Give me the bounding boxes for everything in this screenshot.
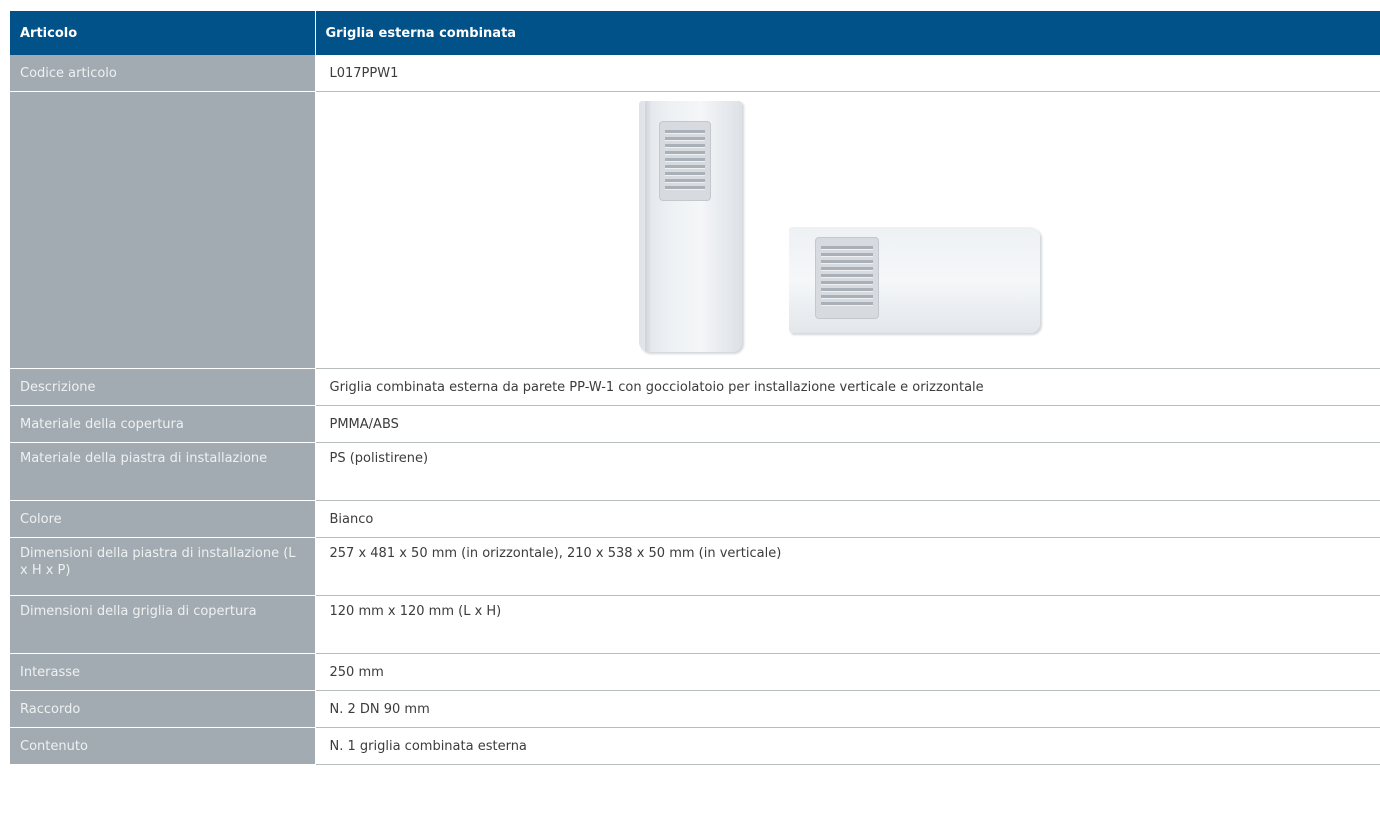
row-value-color: Bianco (315, 500, 1380, 538)
table-row: Dimensioni della piastra di installazion… (10, 537, 1380, 596)
header-product-name: Griglia esterna combinata (315, 11, 1380, 55)
table-row: Interasse 250 mm (10, 653, 1380, 691)
horizontal-grille-unit-image (788, 227, 1040, 333)
row-label-description: Descrizione (10, 368, 316, 406)
product-spec-table-wrapper: Articolo Griglia esterna combinata Codic… (10, 11, 1380, 765)
table-header-row: Articolo Griglia esterna combinata (10, 11, 1380, 55)
product-image (330, 92, 1370, 368)
table-row: Raccordo N. 2 DN 90 mm (10, 690, 1380, 728)
row-value-plate-dimensions: 257 x 481 x 50 mm (in orizzontale), 210 … (315, 537, 1380, 596)
row-label-image (10, 91, 316, 369)
row-label-spacing: Interasse (10, 653, 316, 691)
row-value-cover-material: PMMA/ABS (315, 405, 1380, 443)
row-label-cover-material: Materiale della copertura (10, 405, 316, 443)
table-row: Materiale della piastra di installazione… (10, 442, 1380, 501)
row-value-plate-material: PS (polistirene) (315, 442, 1380, 501)
table-row: Materiale della copertura PMMA/ABS (10, 405, 1380, 443)
row-value-connection: N. 2 DN 90 mm (315, 690, 1380, 728)
row-value-article-code: L017PPW1 (315, 55, 1380, 92)
row-label-article-code: Codice articolo (10, 55, 316, 92)
table-row: Contenuto N. 1 griglia combinata esterna (10, 727, 1380, 765)
row-value-spacing: 250 mm (315, 653, 1380, 691)
row-label-contents: Contenuto (10, 727, 316, 765)
louver-grille-icon (814, 237, 879, 319)
vertical-grille-unit-image (638, 101, 742, 352)
row-label-plate-dimensions: Dimensioni della piastra di installazion… (10, 537, 316, 596)
table-row: Descrizione Griglia combinata esterna da… (10, 368, 1380, 406)
row-label-color: Colore (10, 500, 316, 538)
row-value-contents: N. 1 griglia combinata esterna (315, 727, 1380, 765)
table-row: Codice articolo L017PPW1 (10, 55, 1380, 92)
louver-grille-icon (658, 121, 711, 201)
table-row-image (10, 91, 1380, 369)
row-value-description: Griglia combinata esterna da parete PP-W… (315, 368, 1380, 406)
product-spec-table: Articolo Griglia esterna combinata Codic… (10, 11, 1380, 765)
header-article: Articolo (10, 11, 316, 55)
table-row: Dimensioni della griglia di copertura 12… (10, 595, 1380, 654)
product-image-cell (315, 91, 1380, 369)
row-value-grille-dimensions: 120 mm x 120 mm (L x H) (315, 595, 1380, 654)
table-row: Colore Bianco (10, 500, 1380, 538)
row-label-connection: Raccordo (10, 690, 316, 728)
row-label-grille-dimensions: Dimensioni della griglia di copertura (10, 595, 316, 654)
row-label-plate-material: Materiale della piastra di installazione (10, 442, 316, 501)
